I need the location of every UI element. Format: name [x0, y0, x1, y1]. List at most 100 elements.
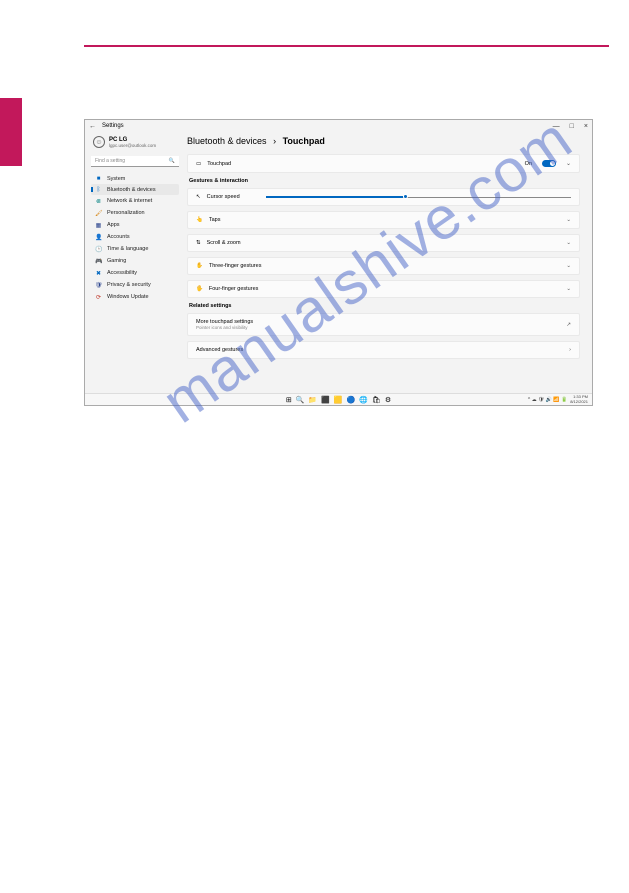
advanced-gestures-row[interactable]: Advanced gestures › [187, 341, 580, 359]
clock[interactable]: 1:33 PM 8/12/2021 [570, 395, 588, 404]
date: 8/12/2021 [570, 400, 588, 405]
nav-label: Gaming [107, 258, 126, 264]
settings-window: ← Settings — □ × ☺ PC LG lgpc.user@outlo… [84, 119, 593, 406]
external-link-icon: ↗ [566, 322, 571, 328]
sidebar-item-system[interactable]: ■ System [91, 173, 179, 184]
system-tray[interactable]: ^ ☁ 🛡 🔊 📶 🔋 [528, 397, 567, 403]
titlebar: ← Settings — □ × [85, 120, 592, 132]
main-panel: Bluetooth & devices › Touchpad ▭ Touchpa… [185, 132, 592, 393]
nav-label: Bluetooth & devices [107, 187, 156, 193]
taskbar-icon[interactable]: ⬛ [321, 396, 330, 404]
chevron-down-icon: ⌄ [566, 263, 571, 269]
three-icon: ✋ [196, 263, 203, 269]
avatar-icon: ☺ [93, 136, 105, 148]
slider-thumb[interactable] [403, 194, 408, 199]
nav-icon: ᛒ [95, 187, 102, 193]
sidebar-item-time-language[interactable]: 🕒 Time & language [91, 243, 179, 255]
scroll-zoom-row[interactable]: ⇅ Scroll & zoom ⌄ [187, 234, 580, 252]
sidebar-item-privacy-security[interactable]: 🛡 Privacy & security [91, 279, 179, 291]
nav-icon: ⋐ [95, 198, 102, 205]
scroll-icon: ⇅ [196, 240, 201, 246]
taskbar-icon[interactable]: 🛍 [372, 396, 381, 404]
chevron-right-icon: › [569, 347, 571, 353]
chevron-down-icon[interactable]: ⌄ [566, 160, 571, 167]
sidebar-item-accessibility[interactable]: ✖ Accessibility [91, 267, 179, 279]
sidebar-item-accounts[interactable]: 👤 Accounts [91, 231, 179, 243]
taskbar-icon[interactable]: 🔵 [347, 396, 356, 404]
cursor-icon: ↖ [196, 194, 201, 200]
nav-icon: ✖ [95, 270, 102, 277]
nav-label: Accounts [107, 234, 130, 240]
search-placeholder: Find a setting [95, 158, 125, 164]
sidebar-item-bluetooth-devices[interactable]: ᛒ Bluetooth & devices [91, 184, 179, 195]
section-gestures: Gestures & interaction [189, 178, 580, 184]
sidebar-item-gaming[interactable]: 🎮 Gaming [91, 255, 179, 267]
touchpad-card[interactable]: ▭ Touchpad On ⌄ [187, 154, 580, 173]
taskbar-icon[interactable]: 🌐 [359, 396, 368, 404]
nav-label: Accessibility [107, 270, 137, 276]
chevron-down-icon: ⌄ [566, 217, 571, 223]
cursor-speed-row[interactable]: ↖ Cursor speed [187, 188, 580, 206]
page-divider [84, 45, 609, 47]
more-touchpad-row[interactable]: More touchpad settings Pointer icons and… [187, 313, 580, 336]
back-button[interactable]: ← [89, 123, 96, 130]
chevron-down-icon: ⌄ [566, 240, 571, 246]
taskbar-icon[interactable]: ⊞ [286, 396, 292, 404]
maximize-button[interactable]: □ [570, 123, 574, 130]
touchpad-toggle[interactable] [542, 160, 556, 167]
nav-label: Network & internet [107, 198, 152, 204]
nav-icon: 🛡 [95, 282, 102, 289]
nav-label: Windows Update [107, 294, 149, 300]
close-button[interactable]: × [584, 123, 588, 130]
taps-label: Taps [209, 217, 221, 223]
nav-icon: 👤 [95, 234, 102, 241]
user-block[interactable]: ☺ PC LG lgpc.user@outlook.com [93, 136, 179, 148]
nav-icon: ⟳ [95, 294, 102, 301]
taps-icon: 👆 [196, 217, 203, 223]
touchpad-icon: ▭ [196, 161, 201, 167]
more-sublabel: Pointer icons and visibility [196, 325, 253, 330]
nav-icon: ▦ [95, 222, 102, 229]
nav-icon: 🎮 [95, 258, 102, 265]
nav-icon: 🖌 [95, 210, 102, 217]
four-icon: 🖐 [196, 286, 203, 292]
section-related: Related settings [189, 303, 580, 309]
taskbar-icon[interactable]: 🔍 [296, 396, 305, 404]
three-label: Three-finger gestures [209, 263, 262, 269]
four-label: Four-finger gestures [209, 286, 259, 292]
search-input[interactable]: Find a setting 🔍 [91, 156, 179, 167]
nav-icon: 🕒 [95, 246, 102, 253]
breadcrumb-parent[interactable]: Bluetooth & devices [187, 136, 267, 146]
cursor-label: Cursor speed [207, 194, 240, 200]
minimize-button[interactable]: — [553, 123, 560, 130]
breadcrumb-current: Touchpad [283, 136, 325, 146]
breadcrumb: Bluetooth & devices › Touchpad [187, 136, 580, 146]
sidebar: ☺ PC LG lgpc.user@outlook.com Find a set… [85, 132, 185, 393]
taps-row[interactable]: 👆 Taps ⌄ [187, 211, 580, 229]
cursor-speed-slider[interactable] [266, 197, 571, 198]
sidebar-item-personalization[interactable]: 🖌 Personalization [91, 207, 179, 219]
window-title: Settings [102, 123, 124, 129]
nav-label: Time & language [107, 246, 148, 252]
sidebar-item-network-internet[interactable]: ⋐ Network & internet [91, 195, 179, 207]
taskbar-icon[interactable]: 🟨 [334, 396, 343, 404]
taskbar-icon[interactable]: 📁 [308, 396, 317, 404]
touchpad-label: Touchpad [207, 161, 231, 167]
sidebar-item-apps[interactable]: ▦ Apps [91, 219, 179, 231]
nav-label: System [107, 176, 125, 182]
breadcrumb-sep: › [273, 136, 276, 146]
chevron-down-icon: ⌄ [566, 286, 571, 292]
taskbar-icon[interactable]: ⚙ [385, 396, 391, 404]
three-finger-row[interactable]: ✋ Three-finger gestures ⌄ [187, 257, 580, 275]
nav-icon: ■ [95, 176, 102, 182]
four-finger-row[interactable]: 🖐 Four-finger gestures ⌄ [187, 280, 580, 298]
nav-label: Privacy & security [107, 282, 151, 288]
sidebar-item-windows-update[interactable]: ⟳ Windows Update [91, 291, 179, 303]
side-tab [0, 98, 22, 166]
advanced-label: Advanced gestures [196, 347, 243, 353]
search-icon: 🔍 [169, 158, 175, 164]
taskbar: ⊞ 🔍📁 ⬛ 🟨 🔵🌐 🛍 ⚙ ^ ☁ 🛡 🔊 📶 🔋 1:33 PM 8/12/2021 [85, 393, 592, 405]
nav-label: Apps [107, 222, 120, 228]
touchpad-state: On [525, 161, 532, 167]
nav-label: Personalization [107, 210, 145, 216]
